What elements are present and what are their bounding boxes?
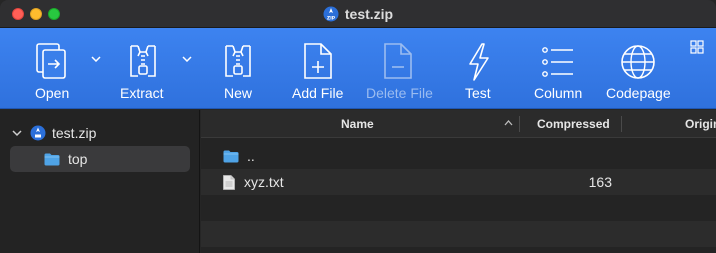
codepage-label: Codepage [606,85,671,101]
sort-ascending-icon [504,120,513,126]
column-list-icon [542,47,573,77]
list-item[interactable]: xyz.txt 163 [201,169,716,195]
add-file-icon [304,43,332,79]
new-archive-icon [225,45,251,77]
column-header-name[interactable]: Name [341,110,374,138]
tree-item-archive-root[interactable]: test.zip [12,120,96,146]
folder-icon [44,153,60,165]
extract-button[interactable]: Extract [120,28,170,109]
open-button[interactable]: Open [30,28,74,109]
extract-dropdown-chevron-icon[interactable] [182,56,192,62]
chevron-down-icon[interactable] [12,128,22,138]
view-options-grid-icon[interactable] [690,40,704,54]
empty-row [201,195,716,221]
globe-icon [621,45,655,79]
column-header-original[interactable]: Origin [685,110,716,138]
tree-child-label: top [68,151,88,167]
file-list: Name Compressed Origin .. [201,110,716,253]
column-divider[interactable] [621,116,622,132]
add-file-button[interactable]: Add File [292,28,344,109]
column-divider[interactable] [519,116,520,132]
open-dropdown-chevron-icon[interactable] [91,56,101,62]
delete-file-button[interactable]: Delete File [366,28,433,109]
toolbar: Open Extract New Add File Delete File Te… [0,28,716,109]
list-item-name: .. [223,148,255,164]
zip-app-icon: ZIP [323,6,339,22]
list-item[interactable]: .. [201,143,716,169]
tree-item-top[interactable]: top [10,146,190,172]
test-label: Test [465,85,491,101]
zip-archive-icon [30,125,46,141]
list-header: Name Compressed Origin [201,110,716,138]
svg-text:ZIP: ZIP [327,16,336,22]
column-header-compressed[interactable]: Compressed [537,110,610,138]
extract-icon [130,45,156,77]
title-bar: ZIP test.zip [0,0,716,28]
window-title: test.zip [344,6,394,22]
column-button[interactable]: Column [534,28,582,109]
add-file-label: Add File [292,85,344,101]
delete-file-icon [384,43,412,79]
archive-window: ZIP test.zip Open Extract New Add File D… [0,0,716,253]
delete-file-label: Delete File [366,85,433,101]
test-button[interactable]: Test [464,28,494,109]
list-item-compressed-size: 163 [588,174,612,190]
list-item-label: xyz.txt [244,174,284,190]
extract-label: Extract [120,85,164,101]
list-item-label: .. [247,148,255,164]
empty-row [201,221,716,247]
lightning-icon [469,43,489,81]
column-label: Column [534,85,583,101]
open-label: Open [35,85,70,101]
codepage-button[interactable]: Codepage [606,28,671,109]
list-item-name: xyz.txt [223,174,284,190]
window-title-group: ZIP test.zip [0,0,716,28]
new-label: New [224,85,253,101]
tree-root-label: test.zip [52,125,97,141]
open-icon [36,43,66,79]
sidebar: test.zip top [0,110,200,253]
new-button[interactable]: New [220,28,256,109]
folder-icon [223,150,239,162]
document-icon [223,174,235,190]
